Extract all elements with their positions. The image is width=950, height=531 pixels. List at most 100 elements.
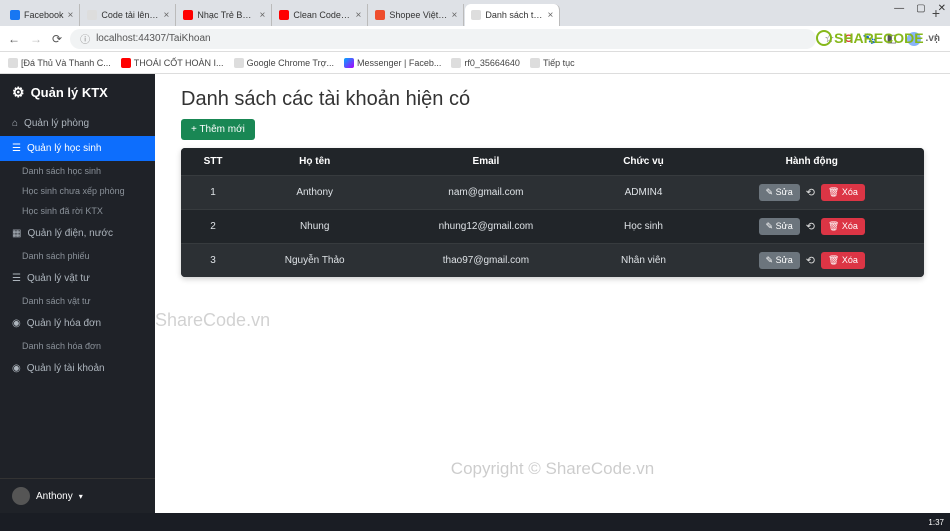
sidebar-item[interactable]: ▦Quản lý điện, nước <box>0 221 155 246</box>
maximize-button[interactable]: ▢ <box>916 3 925 14</box>
menu-icon: ⌂ <box>12 118 18 129</box>
close-button[interactable]: ✕ <box>938 3 946 14</box>
user-menu[interactable]: Anthony ▾ <box>0 478 155 513</box>
url-text: localhost:44307/TaiKhoan <box>96 33 211 44</box>
url-input[interactable]: ⓘ localhost:44307/TaiKhoan <box>70 29 816 49</box>
col-name: Họ tên <box>245 148 384 176</box>
cell-stt: 1 <box>181 176 245 210</box>
brand-text: Quản lý KTX <box>31 85 108 100</box>
delete-button[interactable]: 🗑 Xóa <box>821 252 865 269</box>
bookmark-item[interactable]: [Đá Thủ Và Thanh C... <box>8 58 111 68</box>
browser-tab[interactable]: Facebook× <box>4 4 80 26</box>
delete-button[interactable]: 🗑 Xóa <box>821 184 865 201</box>
favicon <box>87 10 97 20</box>
bookmark-favicon <box>234 58 244 68</box>
table-row: 3 Nguyễn Thảo thao97@gmail.com Nhân viên… <box>181 244 924 278</box>
edit-button[interactable]: ✎ Sửa <box>759 252 800 269</box>
sidebar-item[interactable]: ◉Quản lý tài khoản <box>0 356 155 381</box>
sidebar: ⚙ Quản lý KTX ⌂Quản lý phòng☰Quản lý học… <box>0 74 155 513</box>
col-stt: STT <box>181 148 245 176</box>
sidebar-subitem[interactable]: Danh sách hóa đơn <box>0 336 155 356</box>
cell-name: Nhung <box>245 210 384 244</box>
brand[interactable]: ⚙ Quản lý KTX <box>0 74 155 111</box>
user-name: Anthony <box>36 491 73 502</box>
bookmark-favicon <box>530 58 540 68</box>
bookmark-item[interactable]: rf0_35664640 <box>451 58 520 68</box>
col-role: Chức vụ <box>587 148 699 176</box>
menu-icon: ☰ <box>12 143 21 154</box>
page-title: Danh sách các tài khoản hiện có <box>181 88 924 111</box>
bookmark-favicon <box>451 58 461 68</box>
close-tab-icon[interactable]: × <box>164 10 170 21</box>
bookmark-favicon <box>121 58 131 68</box>
sidebar-subitem[interactable]: Học sinh đã rời KTX <box>0 201 155 221</box>
bookmark-favicon <box>344 58 354 68</box>
close-tab-icon[interactable]: × <box>356 10 362 21</box>
reload-button[interactable]: ⟳ <box>52 32 62 46</box>
sidebar-subitem[interactable]: Học sinh chưa xếp phòng <box>0 181 155 201</box>
menu-icon: ◉ <box>12 318 21 329</box>
back-button[interactable]: ← <box>8 32 20 46</box>
cell-name: Nguyễn Thảo <box>245 244 384 278</box>
reset-icon[interactable]: ⟲ <box>806 186 815 199</box>
cell-email: nhung12@gmail.com <box>384 210 587 244</box>
close-tab-icon[interactable]: × <box>68 10 74 21</box>
sidebar-item[interactable]: ⌂Quản lý phòng <box>0 111 155 136</box>
close-tab-icon[interactable]: × <box>548 10 554 21</box>
edit-button[interactable]: ✎ Sửa <box>759 184 800 201</box>
browser-tab[interactable]: Nhạc Trẻ Ballad Việt Hay N× <box>177 4 272 26</box>
browser-tab[interactable]: Code tải lên của tôi× <box>81 4 176 26</box>
sidebar-item[interactable]: ◉Quản lý hóa đơn <box>0 311 155 336</box>
watermark-logo: SHARECODE.vn <box>816 30 940 46</box>
favicon <box>471 10 481 20</box>
favicon <box>375 10 385 20</box>
chevron-down-icon: ▾ <box>79 492 83 501</box>
forward-button[interactable]: → <box>30 32 42 46</box>
favicon <box>10 10 20 20</box>
avatar <box>12 487 30 505</box>
reset-icon[interactable]: ⟲ <box>806 220 815 233</box>
close-tab-icon[interactable]: × <box>452 10 458 21</box>
reset-icon[interactable]: ⟲ <box>806 254 815 267</box>
browser-tab[interactable]: Shopee Việt Nam | Mua và Bán× <box>369 4 464 26</box>
taskbar: 1:37 <box>0 513 950 531</box>
browser-tab[interactable]: Danh sách tài khoản× <box>465 4 560 26</box>
cell-actions: ✎ Sửa ⟲ 🗑 Xóa <box>700 244 924 278</box>
cell-role: ADMIN4 <box>587 176 699 210</box>
cell-email: thao97@gmail.com <box>384 244 587 278</box>
cell-actions: ✎ Sửa ⟲ 🗑 Xóa <box>700 210 924 244</box>
favicon <box>279 10 289 20</box>
cell-role: Nhân viên <box>587 244 699 278</box>
delete-button[interactable]: 🗑 Xóa <box>821 218 865 235</box>
minimize-button[interactable]: — <box>894 3 904 14</box>
bookmarks-bar: [Đá Thủ Và Thanh C... THOÁI CỐT HOÀN I...… <box>0 52 950 74</box>
cell-stt: 2 <box>181 210 245 244</box>
main-content: Danh sách các tài khoản hiện có + Thêm m… <box>155 74 950 513</box>
address-bar: ← → ⟳ ⓘ localhost:44307/TaiKhoan ☆ O 🐾 ◧… <box>0 26 950 52</box>
sidebar-subitem[interactable]: Danh sách phiếu <box>0 246 155 266</box>
col-actions: Hành động <box>700 148 924 176</box>
sidebar-subitem[interactable]: Danh sách vật tư <box>0 291 155 311</box>
accounts-table: STT Họ tên Email Chức vụ Hành động 1 Ant… <box>181 148 924 277</box>
menu-icon: ▦ <box>12 228 21 239</box>
cell-role: Học sinh <box>587 210 699 244</box>
browser-tab-strip: Facebook×Code tải lên của tôi×Nhạc Trẻ B… <box>0 0 950 26</box>
sidebar-subitem[interactable]: Danh sách học sinh <box>0 161 155 181</box>
close-tab-icon[interactable]: × <box>260 10 266 21</box>
bookmark-favicon <box>8 58 18 68</box>
bookmark-item[interactable]: Messenger | Faceb... <box>344 58 441 68</box>
edit-button[interactable]: ✎ Sửa <box>759 218 800 235</box>
bookmark-item[interactable]: Google Chrome Trợ... <box>234 58 334 68</box>
col-email: Email <box>384 148 587 176</box>
sidebar-item[interactable]: ☰Quản lý học sinh <box>0 136 155 161</box>
bookmark-item[interactable]: THOÁI CỐT HOÀN I... <box>121 58 224 68</box>
gear-icon: ⚙ <box>12 84 25 101</box>
cell-name: Anthony <box>245 176 384 210</box>
browser-tab[interactable]: Clean Code - YouTube× <box>273 4 368 26</box>
cell-stt: 3 <box>181 244 245 278</box>
cell-email: nam@gmail.com <box>384 176 587 210</box>
bookmark-item[interactable]: Tiếp tục <box>530 58 575 68</box>
table-row: 1 Anthony nam@gmail.com ADMIN4 ✎ Sửa ⟲ 🗑… <box>181 176 924 210</box>
sidebar-item[interactable]: ☰Quản lý vật tư <box>0 266 155 291</box>
add-button[interactable]: + Thêm mới <box>181 119 255 140</box>
